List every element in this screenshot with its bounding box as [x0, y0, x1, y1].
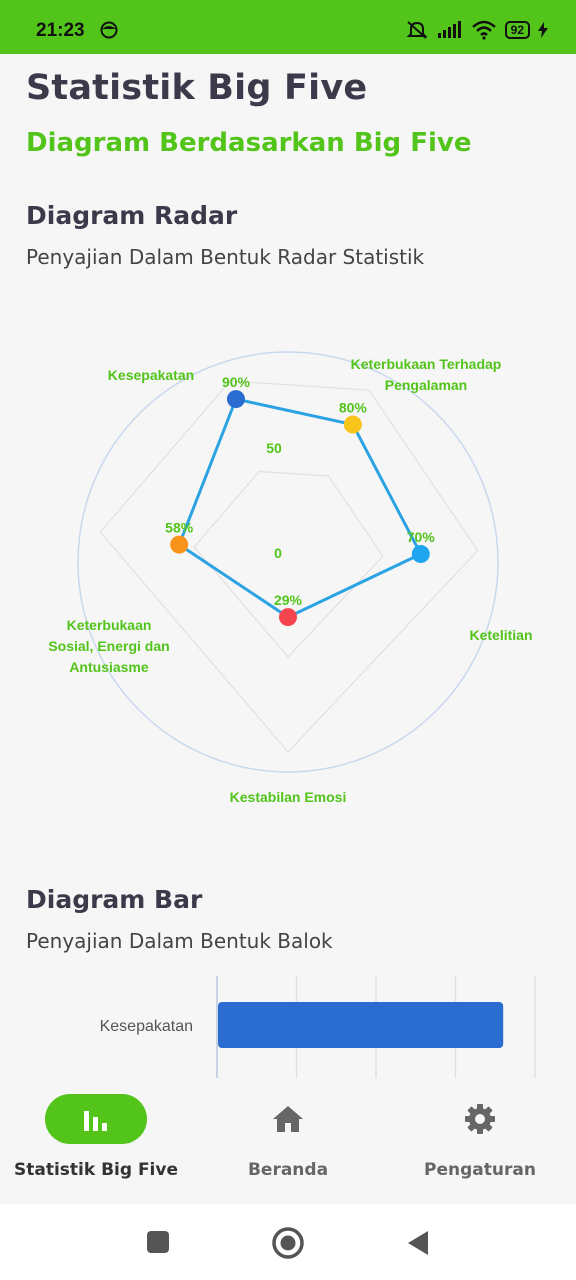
- radar-value-label: 70%: [407, 529, 436, 545]
- radar-grid-ring: [99, 380, 479, 753]
- recent-apps-icon[interactable]: [146, 1230, 170, 1254]
- radar-grid-ring: [193, 470, 384, 658]
- radar-tick-label: 50: [266, 440, 282, 456]
- signal-icon: [437, 21, 461, 38]
- radar-point[interactable]: [279, 608, 297, 627]
- home-button-icon[interactable]: [271, 1226, 305, 1260]
- bar-section-title: Diagram Bar: [26, 885, 203, 914]
- radar-series-line: [177, 397, 423, 619]
- radar-axis-label: Keterbukaan Sosial, Energi dan Antusiasme: [48, 617, 169, 675]
- radar-chart: 0 50 90% 80% 70% 29% 58% Kesepakatan Keterbuka…: [48, 351, 533, 805]
- notification-face-icon: [100, 21, 118, 39]
- system-navigation-bar: [0, 1204, 576, 1280]
- battery-indicator: 92: [504, 21, 530, 39]
- back-icon[interactable]: [406, 1230, 430, 1256]
- radar-tick-label: 0: [274, 545, 282, 561]
- gear-icon: [465, 1104, 495, 1134]
- radar-point[interactable]: [343, 415, 362, 434]
- radar-value-label: 90%: [222, 374, 251, 390]
- radar-value-label: 58%: [165, 520, 194, 536]
- radar-section-description: Penyajian Dalam Bentuk Radar Statistik: [26, 245, 425, 269]
- clock: 21:23: [36, 20, 85, 41]
- radar-axis-label: Keterbukaan Terhadap Pengalaman: [351, 356, 502, 393]
- radar-axis-label: Kesepakatan: [108, 367, 194, 383]
- radar-point[interactable]: [411, 545, 430, 564]
- status-bar: 21:23 92: [0, 0, 576, 54]
- nav-item-statistik[interactable]: Statistik Big Five: [0, 1094, 192, 1180]
- mute-icon: [406, 21, 428, 39]
- bottom-navigation: Statistik Big Five Beranda Pengaturan: [0, 1080, 576, 1204]
- nav-item-pengaturan[interactable]: Pengaturan: [384, 1094, 576, 1180]
- page-subtitle: Diagram Berdasarkan Big Five: [26, 128, 472, 158]
- bar-chart-icon: [84, 1111, 107, 1131]
- radar-point[interactable]: [170, 535, 189, 554]
- radar-axis-label: Ketelitian: [469, 627, 532, 643]
- nav-active-indicator[interactable]: [45, 1094, 147, 1144]
- radar-axis-label: Kestabilan Emosi: [230, 789, 347, 805]
- nav-label: Statistik Big Five: [13, 1160, 178, 1180]
- nav-item-beranda[interactable]: Beranda: [192, 1094, 384, 1180]
- charging-icon: [538, 22, 548, 38]
- nav-icon-container: [429, 1094, 531, 1144]
- bar-chart: Kesepakatan: [100, 976, 536, 1078]
- nav-icon-container: [237, 1094, 339, 1144]
- radar-value-label: 29%: [274, 592, 303, 608]
- radar-point[interactable]: [226, 390, 245, 409]
- bar[interactable]: [218, 1002, 504, 1048]
- bar-category-label: Kesepakatan: [100, 1018, 193, 1035]
- wifi-icon: [471, 20, 496, 40]
- nav-label: Pengaturan: [424, 1160, 536, 1180]
- nav-label: Beranda: [247, 1160, 329, 1180]
- home-icon: [273, 1106, 303, 1132]
- page-title: Statistik Big Five: [26, 68, 368, 108]
- radar-section-title: Diagram Radar: [26, 201, 238, 230]
- bar-section-description: Penyajian Dalam Bentuk Balok: [26, 929, 333, 953]
- radar-value-label: 80%: [339, 400, 368, 416]
